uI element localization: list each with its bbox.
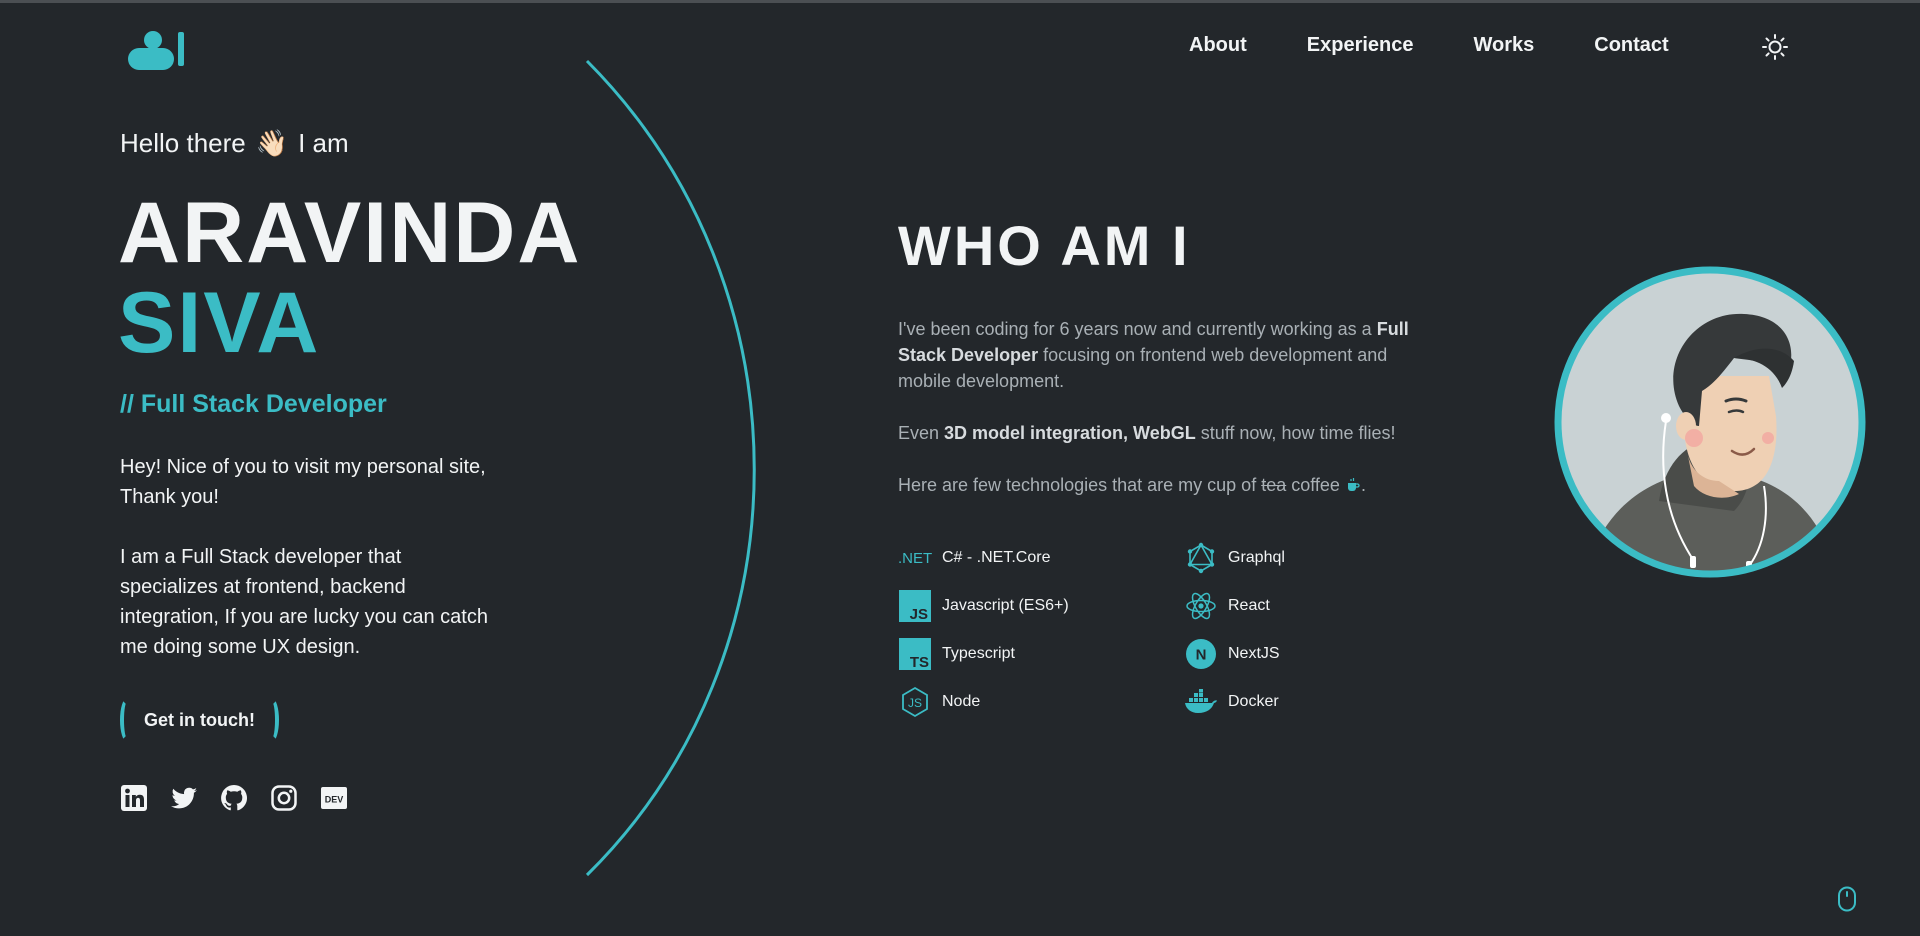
nav-contact[interactable]: Contact [1594,34,1668,57]
graphql-icon [1184,541,1218,575]
site-logo[interactable] [128,28,188,72]
about-p3-strike: tea [1261,475,1287,495]
tech-item-typescript: TS Typescript [898,636,1184,672]
tech-item-javascript: JS Javascript (ES6+) [898,588,1184,624]
svg-text:TS: TS [910,654,929,670]
about-paragraph-2: Even 3D model integration, WebGL stuff n… [898,420,1438,446]
github-icon[interactable] [220,784,248,812]
intro-text: Hey! Nice of you to visit my personal si… [120,452,500,662]
svg-text:JS: JS [908,696,922,710]
dotnet-icon: .NET [898,541,932,575]
instagram-icon[interactable] [270,784,298,812]
nav-about[interactable]: About [1189,34,1247,57]
greeting-text: Hello there [120,128,246,158]
about-paragraph-3: Here are few technologies that are my cu… [898,472,1438,498]
about-text: I've been coding for 6 years now and cur… [898,316,1438,524]
tech-label: Node [942,693,981,710]
linkedin-icon[interactable] [120,784,148,812]
twitter-icon[interactable] [170,784,198,812]
svg-text:N: N [1196,647,1207,664]
sun-icon[interactable] [1761,33,1789,61]
tech-item-react: React [1184,588,1438,624]
nav-works[interactable]: Works [1474,34,1535,57]
main-nav: About Experience Works Contact [1189,34,1669,57]
scroll-mouse-icon[interactable] [1837,886,1857,912]
tech-label: React [1228,597,1270,614]
svg-text:JS: JS [910,606,928,622]
avatar [1554,266,1866,578]
nav-experience[interactable]: Experience [1307,34,1414,57]
role-title: // Full Stack Developer [120,390,387,418]
social-links: DEV [120,784,348,812]
coffee-cup-icon [1347,478,1360,491]
section-title: WHO AM I [898,214,1191,277]
svg-text:.NET: .NET [898,550,932,567]
intro-paragraph-2: I am a Full Stack developer that special… [120,546,488,658]
about-p3-start: Here are few technologies that are my cu… [898,475,1262,495]
right-bracket [265,698,279,742]
tech-item-graphql: Graphql [1184,540,1438,576]
waving-hand-icon: 👋🏻 [255,128,289,158]
last-name: SIVA [118,275,321,371]
left-bracket [120,698,134,742]
react-icon [1184,589,1218,623]
tech-label: Typescript [942,645,1015,662]
dev-icon[interactable]: DEV [320,784,348,812]
tech-item-docker: Docker [1184,684,1438,720]
tech-label: Javascript (ES6+) [942,597,1069,614]
tech-label: Graphql [1228,549,1285,566]
tech-label: C# - .NET.Core [942,549,1051,566]
nextjs-icon: N [1184,637,1218,671]
greeting: Hello there 👋🏻 I am [120,128,349,159]
node-icon: JS [898,685,932,719]
decorative-arc [585,59,756,877]
typescript-icon: TS [898,637,932,671]
about-p1-start: I've been coding for 6 years now and cur… [898,319,1377,339]
about-p2-start: Even [898,423,945,443]
about-paragraph-1: I've been coding for 6 years now and cur… [898,316,1438,394]
tech-item-nextjs: N NextJS [1184,636,1438,672]
about-p3-mid: coffee [1286,475,1345,495]
cta-label: Get in touch! [144,709,255,730]
tech-item-dotnet: .NET C# - .NET.Core [898,540,1184,576]
tech-label: NextJS [1228,645,1280,662]
javascript-icon: JS [898,589,932,623]
tech-item-node: JS Node [898,684,1184,720]
first-name: ARAVINDA [118,185,582,281]
about-p2-end: stuff now, how time flies! [1195,423,1396,443]
about-p3-end: . [1360,475,1366,495]
docker-icon [1184,685,1218,719]
window-top-border [0,0,1920,3]
tech-label: Docker [1228,693,1279,710]
about-p2-highlight: 3D model integration, WebGL [944,423,1196,443]
get-in-touch-button[interactable]: Get in touch! [120,698,279,742]
svg-text:DEV: DEV [325,795,344,805]
technology-list: .NET C# - .NET.Core Graphql JS Javascrip… [898,540,1438,720]
greeting-suffix: I am [298,128,349,158]
intro-paragraph-1: Hey! Nice of you to visit my personal si… [120,456,486,508]
